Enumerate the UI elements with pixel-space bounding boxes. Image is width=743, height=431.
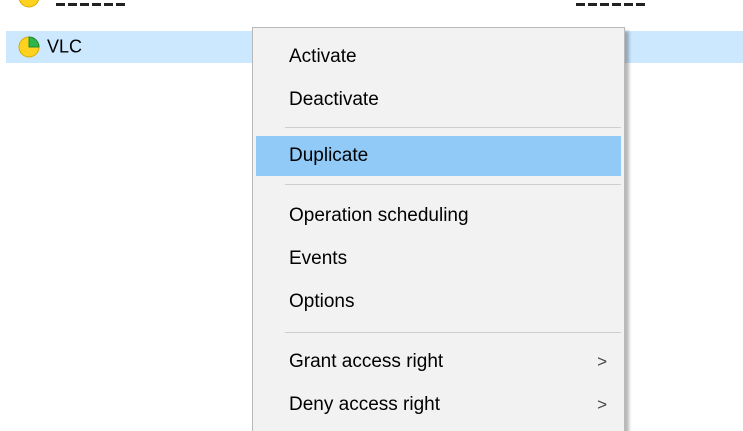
menu-item-label: Grant access right bbox=[289, 351, 444, 372]
menu-item-label: Deactivate bbox=[289, 89, 379, 110]
submenu-arrow-icon: > bbox=[597, 352, 607, 371]
menu-separator bbox=[285, 332, 621, 333]
menu-item-deactivate[interactable]: Deactivate bbox=[256, 80, 621, 120]
menu-separator bbox=[285, 184, 621, 185]
app-window: VLC Activate Deactivate Duplicate Operat… bbox=[0, 0, 743, 431]
menu-item-operation-scheduling[interactable]: Operation scheduling bbox=[256, 196, 621, 236]
menu-item-events[interactable]: Events bbox=[256, 239, 621, 279]
submenu-arrow-icon: > bbox=[597, 395, 607, 414]
menu-item-duplicate[interactable]: Duplicate bbox=[256, 136, 621, 176]
menu-item-activate[interactable]: Activate bbox=[256, 37, 621, 77]
previous-row-text-fragment bbox=[576, 3, 645, 6]
menu-item-deny-access-right[interactable]: Deny access right > bbox=[256, 385, 621, 425]
menu-item-label: Deny access right bbox=[289, 394, 441, 415]
menu-item-label: Operation scheduling bbox=[289, 205, 469, 226]
list-item-previous[interactable] bbox=[6, 0, 743, 8]
status-pie-icon bbox=[18, 36, 40, 58]
menu-separator bbox=[285, 127, 621, 128]
list-item-name: VLC bbox=[47, 36, 83, 57]
status-icon bbox=[18, 0, 40, 8]
context-menu: Activate Deactivate Duplicate Operation … bbox=[252, 27, 625, 431]
menu-item-label: Activate bbox=[289, 46, 357, 67]
menu-item-label: Duplicate bbox=[289, 145, 369, 166]
menu-item-label: Events bbox=[289, 248, 348, 269]
previous-row-text-fragment bbox=[56, 3, 125, 6]
menu-item-grant-access-right[interactable]: Grant access right > bbox=[256, 342, 621, 382]
menu-item-options[interactable]: Options bbox=[256, 282, 621, 322]
menu-item-label: Options bbox=[289, 291, 355, 312]
